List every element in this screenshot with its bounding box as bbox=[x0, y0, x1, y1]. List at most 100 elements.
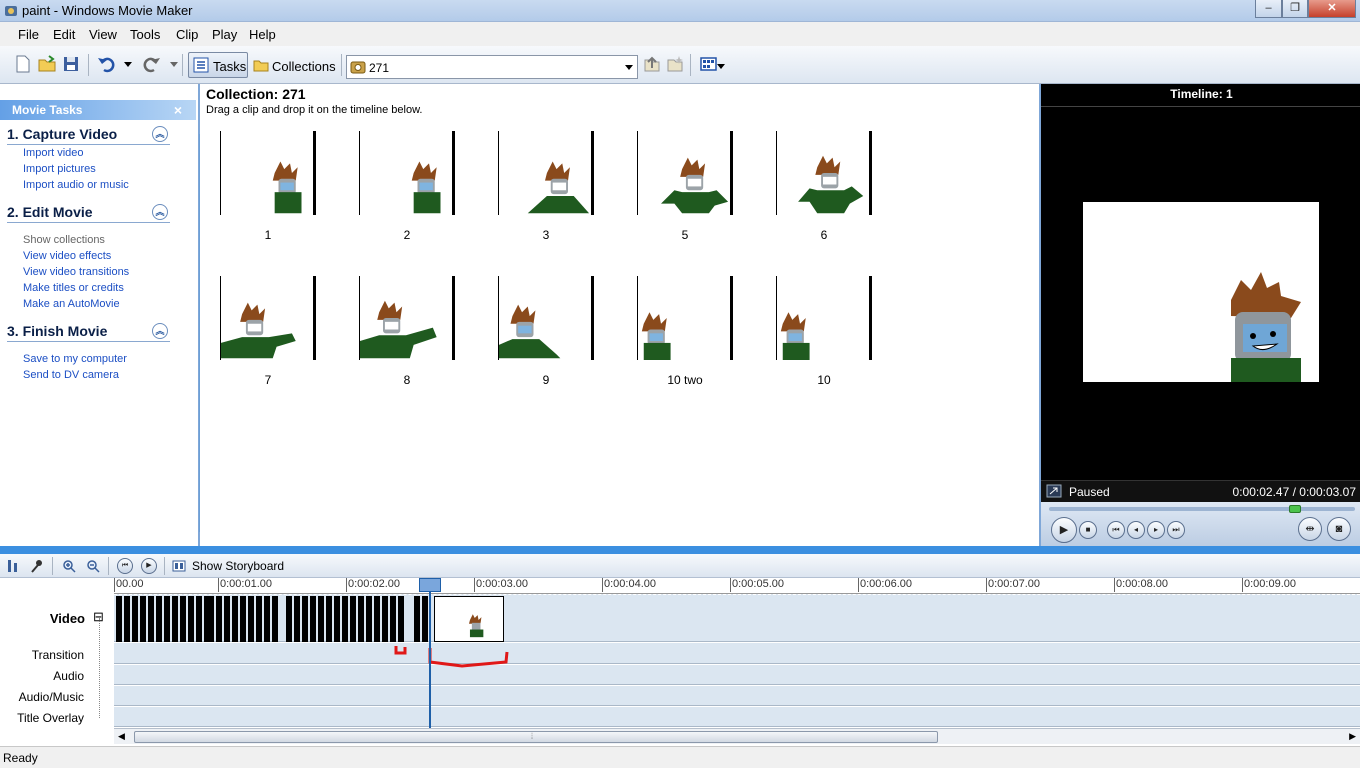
section-edit-movie[interactable]: 2. Edit Movie ︽ bbox=[7, 204, 170, 223]
redo-dropdown-icon[interactable] bbox=[170, 62, 178, 67]
previous-frame-icon[interactable]: ⏮ bbox=[1107, 521, 1125, 539]
set-audio-levels-icon[interactable] bbox=[6, 559, 20, 573]
split-icon[interactable]: ⇹ bbox=[1298, 517, 1322, 541]
clip-thumbnail[interactable] bbox=[776, 276, 872, 364]
selected-clip[interactable] bbox=[434, 596, 504, 642]
clip-thumbnail[interactable] bbox=[776, 131, 872, 215]
back-icon[interactable]: ◂ bbox=[1127, 521, 1145, 539]
clip-thumbnail[interactable] bbox=[637, 276, 733, 364]
full-screen-icon[interactable] bbox=[1046, 484, 1062, 498]
redo-icon[interactable] bbox=[142, 54, 162, 74]
timeline: Video ⊟ Transition Audio Audio/Music Tit… bbox=[0, 578, 1360, 744]
play-icon[interactable]: ▶ bbox=[1051, 517, 1077, 543]
close-button[interactable]: ✕ bbox=[1308, 0, 1356, 18]
rewind-icon[interactable]: ⏮ bbox=[117, 558, 133, 574]
window-title: paint - Windows Movie Maker bbox=[22, 3, 193, 18]
video-clip-strip bbox=[116, 596, 428, 642]
ruler-tick: 0:00:05.00 bbox=[730, 578, 784, 592]
seek-bar[interactable] bbox=[1049, 505, 1355, 513]
timeline-ruler[interactable]: 00.00 0:00:01.00 0:00:02.00 0:00:03.00 0… bbox=[114, 578, 1360, 594]
clip-character-image bbox=[499, 304, 561, 359]
clip-label: 6 bbox=[820, 228, 828, 242]
narrate-icon[interactable] bbox=[30, 559, 44, 573]
stop-icon[interactable]: ■ bbox=[1079, 521, 1097, 539]
storyboard-icon[interactable] bbox=[172, 559, 186, 573]
title-overlay-track[interactable] bbox=[114, 707, 1360, 727]
link-import-pictures[interactable]: Import pictures bbox=[23, 163, 96, 175]
next-frame-icon[interactable]: ⏭ bbox=[1167, 521, 1185, 539]
menu-file[interactable]: File bbox=[18, 27, 39, 42]
scroll-grip-icon: ⦙ bbox=[531, 731, 534, 741]
snapshot-icon[interactable]: ◙ bbox=[1327, 517, 1351, 541]
transition-track[interactable] bbox=[114, 643, 1360, 664]
video-frame bbox=[286, 596, 292, 642]
show-storyboard-button[interactable]: Show Storyboard bbox=[192, 559, 284, 573]
clip-thumbnail[interactable] bbox=[359, 276, 455, 360]
zoom-out-icon[interactable] bbox=[86, 559, 100, 573]
clip-thumbnail[interactable] bbox=[359, 131, 455, 215]
audio-music-track[interactable] bbox=[114, 686, 1360, 706]
clip-thumbnail[interactable] bbox=[220, 131, 316, 215]
undo-dropdown-icon[interactable] bbox=[124, 62, 132, 67]
up-level-icon[interactable] bbox=[642, 54, 662, 74]
views-dropdown-icon[interactable] bbox=[717, 64, 725, 69]
clip-character-image bbox=[527, 161, 590, 214]
track-label-audio: Audio bbox=[53, 669, 84, 683]
link-import-video[interactable]: Import video bbox=[23, 147, 84, 159]
video-frame bbox=[248, 596, 254, 642]
link-titles-credits[interactable]: Make titles or credits bbox=[23, 282, 124, 294]
link-import-audio[interactable]: Import audio or music bbox=[23, 179, 129, 191]
pane-splitter[interactable] bbox=[0, 546, 1360, 554]
clip-thumbnail[interactable] bbox=[498, 276, 594, 360]
audio-track[interactable] bbox=[114, 665, 1360, 685]
link-video-effects[interactable]: View video effects bbox=[23, 250, 111, 262]
link-automovie[interactable]: Make an AutoMovie bbox=[23, 298, 120, 310]
save-project-icon[interactable] bbox=[61, 54, 81, 74]
section-capture-video[interactable]: 1. Capture Video ︽ bbox=[7, 126, 170, 145]
clip-thumbnail[interactable] bbox=[498, 131, 594, 215]
play-timeline-icon[interactable]: ▶ bbox=[141, 558, 157, 574]
toolbar-separator bbox=[690, 54, 691, 76]
video-frame bbox=[196, 596, 202, 642]
clip-thumbnail[interactable] bbox=[220, 276, 316, 360]
views-icon[interactable] bbox=[699, 54, 719, 74]
clip-thumbnail[interactable] bbox=[637, 131, 733, 215]
open-project-icon[interactable] bbox=[37, 54, 57, 74]
menu-play[interactable]: Play bbox=[212, 27, 237, 42]
undo-icon[interactable] bbox=[96, 54, 116, 74]
video-frame bbox=[334, 596, 340, 642]
collection-dropdown-value: 271 bbox=[369, 61, 390, 75]
playhead-handle[interactable] bbox=[419, 578, 441, 592]
timeline-scrollbar[interactable]: ◀ ⦙ ▶ bbox=[114, 728, 1360, 744]
scroll-left-icon[interactable]: ◀ bbox=[118, 731, 125, 742]
zoom-in-icon[interactable] bbox=[62, 559, 76, 573]
collections-folder-icon bbox=[253, 60, 269, 72]
close-icon[interactable]: × bbox=[174, 102, 182, 118]
forward-icon[interactable]: ▸ bbox=[1147, 521, 1165, 539]
menu-edit[interactable]: Edit bbox=[53, 27, 75, 42]
new-project-icon[interactable] bbox=[13, 54, 33, 74]
link-video-transitions[interactable]: View video transitions bbox=[23, 266, 129, 278]
menu-clip[interactable]: Clip bbox=[176, 27, 198, 42]
playback-status: Paused bbox=[1069, 485, 1110, 499]
tasks-button[interactable]: Tasks bbox=[188, 52, 248, 78]
minimize-button[interactable]: – bbox=[1255, 0, 1282, 18]
new-folder-icon[interactable] bbox=[665, 54, 685, 74]
maximize-button[interactable]: ❐ bbox=[1282, 0, 1308, 18]
link-send-dv[interactable]: Send to DV camera bbox=[23, 369, 119, 381]
link-save-computer[interactable]: Save to my computer bbox=[23, 353, 127, 365]
scrollbar-thumb[interactable]: ⦙ bbox=[134, 731, 938, 743]
menu-tools[interactable]: Tools bbox=[130, 27, 160, 42]
seek-thumb[interactable] bbox=[1289, 505, 1301, 513]
collapse-chevron-icon[interactable]: ︽ bbox=[152, 323, 168, 339]
collection-dropdown[interactable]: 271 bbox=[346, 55, 638, 79]
menu-view[interactable]: View bbox=[89, 27, 117, 42]
playback-time: 0:00:02.47 / 0:00:03.07 bbox=[1232, 485, 1356, 499]
video-track[interactable] bbox=[114, 594, 1360, 642]
scroll-right-icon[interactable]: ▶ bbox=[1349, 731, 1356, 742]
menu-help[interactable]: Help bbox=[249, 27, 276, 42]
collapse-chevron-icon[interactable]: ︽ bbox=[152, 126, 168, 142]
movie-tasks-header: Movie Tasks × bbox=[0, 100, 196, 120]
collapse-chevron-icon[interactable]: ︽ bbox=[152, 204, 168, 220]
section-finish-movie[interactable]: 3. Finish Movie ︽ bbox=[7, 323, 170, 342]
